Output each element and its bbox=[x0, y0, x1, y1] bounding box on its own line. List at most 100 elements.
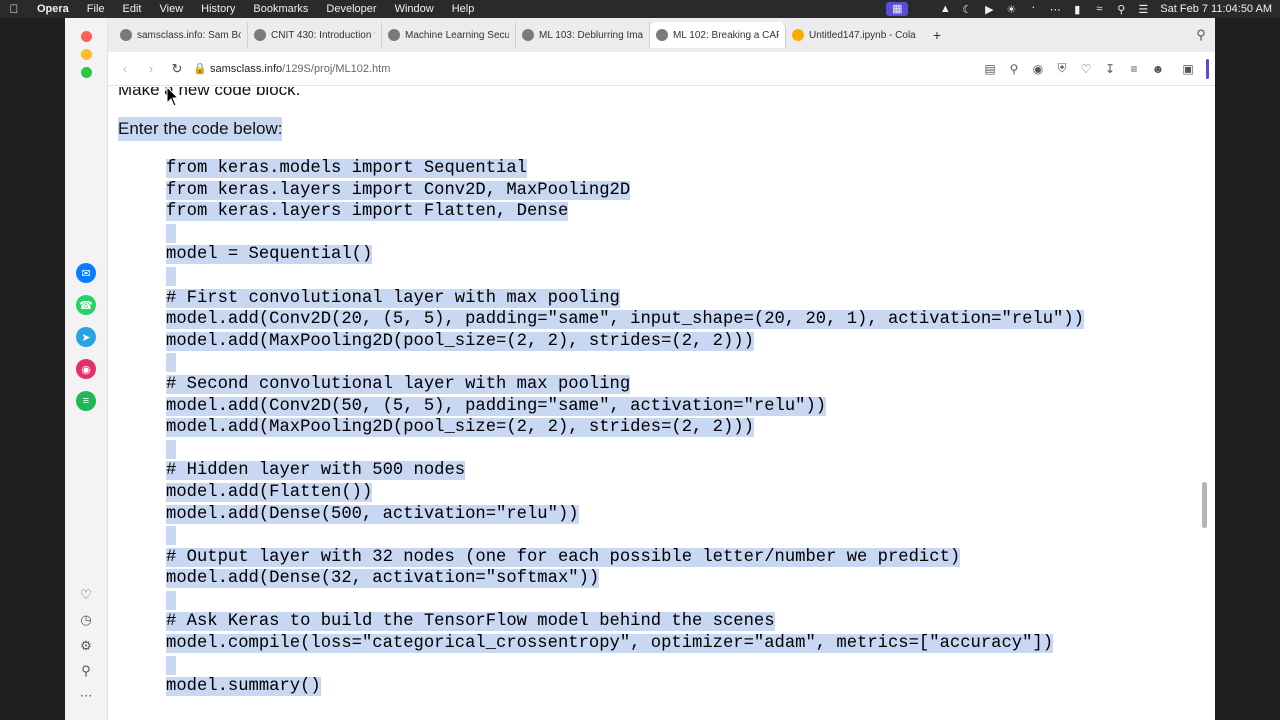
address-bar: ‹ › ↻ 🔒 samsclass.info/129S/proj/ML102.h… bbox=[108, 52, 1215, 86]
code-line bbox=[166, 525, 1084, 547]
instagram-icon[interactable]: ◉ bbox=[76, 359, 96, 379]
more-icon[interactable]: ⋯ bbox=[77, 687, 95, 705]
code-line-text bbox=[166, 655, 177, 675]
code-line-text: model.summary() bbox=[166, 677, 321, 697]
colab-favicon-icon bbox=[792, 29, 804, 41]
code-line-text bbox=[166, 353, 177, 373]
screen-record-icon[interactable]: ▦ bbox=[886, 2, 909, 16]
code-line-text: model.add(Conv2D(50, (5, 5), padding="sa… bbox=[166, 396, 827, 416]
code-line-text bbox=[166, 590, 177, 610]
tab-label: samsclass.info: Sam Bo bbox=[137, 29, 241, 41]
camera-icon[interactable]: ◉ bbox=[1026, 62, 1050, 76]
menu-developer[interactable]: Developer bbox=[317, 3, 385, 15]
url-field[interactable]: samsclass.info/129S/proj/ML102.htm bbox=[210, 63, 390, 75]
tab-2[interactable]: Machine Learning Secur bbox=[382, 22, 516, 48]
menu-icon[interactable]: ≡ bbox=[1122, 62, 1146, 76]
code-line-text bbox=[166, 439, 177, 459]
menu-help[interactable]: Help bbox=[443, 3, 484, 15]
code-line: model.summary() bbox=[166, 676, 1084, 698]
reader-icon[interactable]: ▤ bbox=[978, 62, 1002, 76]
code-line-text: model.add(MaxPooling2D(pool_size=(2, 2),… bbox=[166, 331, 754, 351]
pinboard-icon[interactable]: ⚲ bbox=[77, 662, 95, 680]
macos-menu-bar:  Opera File Edit View History Bookmarks… bbox=[0, 0, 1280, 18]
code-line-text: # Second convolutional layer with max po… bbox=[166, 374, 631, 394]
code-line bbox=[166, 223, 1084, 245]
spotify-icon[interactable]: ≡ bbox=[76, 391, 96, 411]
close-window-icon[interactable] bbox=[81, 31, 92, 42]
bluetooth-icon[interactable]: ᛫ bbox=[1022, 3, 1044, 15]
url-path: /129S/proj/ML102.htm bbox=[282, 62, 391, 75]
code-line-text: model.add(Conv2D(20, (5, 5), padding="sa… bbox=[166, 310, 1084, 330]
code-line-text: # Hidden layer with 500 nodes bbox=[166, 461, 466, 481]
battery-icon[interactable]: ▮ bbox=[1066, 3, 1088, 16]
wifi-icon[interactable]: ≈ bbox=[1088, 3, 1110, 15]
shield-icon[interactable]: ⛨ bbox=[1050, 61, 1074, 76]
forward-icon[interactable]: › bbox=[138, 61, 164, 76]
messenger-icon[interactable]: ✉ bbox=[76, 263, 96, 283]
bag-icon[interactable]: ▲ bbox=[934, 3, 956, 15]
tab-0[interactable]: samsclass.info: Sam Bo bbox=[114, 22, 248, 48]
code-line bbox=[166, 590, 1084, 612]
code-line-text: from keras.layers import Flatten, Dense bbox=[166, 202, 569, 222]
menu-history[interactable]: History bbox=[192, 3, 244, 15]
code-line bbox=[166, 655, 1084, 677]
minimize-window-icon[interactable] bbox=[81, 49, 92, 60]
code-line: model = Sequential() bbox=[166, 244, 1084, 266]
profile-icon[interactable]: ☻ bbox=[1146, 62, 1170, 76]
menu-clock[interactable]: Sat Feb 7 11:04:50 AM bbox=[1154, 3, 1272, 15]
code-line-text: model.add(Dense(32, activation="softmax"… bbox=[166, 569, 600, 589]
code-line: model.add(Dense(500, activation="relu")) bbox=[166, 504, 1084, 526]
lock-icon[interactable]: 🔒 bbox=[190, 62, 210, 75]
back-icon[interactable]: ‹ bbox=[112, 61, 138, 76]
code-line: model.add(Dense(32, activation="softmax"… bbox=[166, 568, 1084, 590]
heart-icon[interactable]: ♡ bbox=[1074, 62, 1098, 76]
code-line: # Second convolutional layer with max po… bbox=[166, 374, 1084, 396]
search-icon[interactable]: ⚲ bbox=[1110, 3, 1132, 16]
menu-bookmarks[interactable]: Bookmarks bbox=[244, 3, 317, 15]
tab-label: ML 103: Deblurring Imag bbox=[539, 29, 643, 41]
code-line: from keras.layers import Flatten, Dense bbox=[166, 201, 1084, 223]
menu-view[interactable]: View bbox=[151, 3, 193, 15]
code-line-text: # Output layer with 32 nodes (one for ea… bbox=[166, 547, 961, 567]
page-content: Make a new code block. Enter the code be… bbox=[109, 87, 1209, 720]
menu-file[interactable]: File bbox=[78, 3, 114, 15]
reload-icon[interactable]: ↻ bbox=[164, 61, 190, 77]
menu-app-name[interactable]: Opera bbox=[28, 3, 78, 15]
heart-icon[interactable]: ♡ bbox=[77, 586, 95, 604]
tab-favicon-icon bbox=[656, 29, 668, 41]
mouse-cursor-icon bbox=[166, 86, 180, 107]
code-line: model.add(Conv2D(50, (5, 5), padding="sa… bbox=[166, 396, 1084, 418]
box-icon[interactable]: ▣ bbox=[1176, 62, 1200, 76]
sun-icon[interactable]: ☀ bbox=[1000, 3, 1022, 16]
download-icon[interactable]: ↧ bbox=[1098, 62, 1122, 76]
code-line-text: # Ask Keras to build the TensorFlow mode… bbox=[166, 612, 775, 632]
toolbar-tools: ▤ ⚲ ◉ ⛨ ♡ ↧ ≡ ☻ ▣ bbox=[978, 58, 1215, 79]
tab-bar: samsclass.info: Sam Bo CNIT 430: Introdu… bbox=[108, 18, 1215, 52]
tab-4-active[interactable]: ML 102: Breaking a CAP bbox=[650, 22, 786, 48]
play-icon[interactable]: ▶ bbox=[978, 3, 1000, 16]
code-block: from keras.models import Sequential from … bbox=[166, 158, 1084, 698]
tab-1[interactable]: CNIT 430: Introduction t bbox=[248, 22, 382, 48]
dots-icon[interactable]: ⋯ bbox=[1044, 3, 1066, 16]
tab-search-icon[interactable]: ⚲ bbox=[1187, 27, 1215, 43]
telegram-icon[interactable]: ➤ bbox=[76, 327, 96, 347]
moon-icon[interactable]: ☾ bbox=[956, 3, 978, 16]
browser-sidebar: ✉ ☎ ➤ ◉ ≡ ♡ ◷ ⚙ ⚲ ⋯ bbox=[65, 18, 108, 720]
tab-5[interactable]: Untitled147.ipynb - Cola bbox=[786, 22, 926, 48]
new-tab-button[interactable]: + bbox=[926, 27, 948, 43]
code-line: # First convolutional layer with max poo… bbox=[166, 288, 1084, 310]
zoom-icon[interactable]: ⚲ bbox=[1002, 62, 1026, 76]
code-line-text: from keras.models import Sequential bbox=[166, 159, 527, 178]
apple-icon[interactable]:  bbox=[0, 2, 28, 16]
maximize-window-icon[interactable] bbox=[81, 67, 92, 78]
whatsapp-icon[interactable]: ☎ bbox=[76, 295, 96, 315]
page-scrollbar[interactable] bbox=[1202, 482, 1207, 528]
settings-icon[interactable]: ⚙ bbox=[77, 637, 95, 655]
history-icon[interactable]: ◷ bbox=[77, 611, 95, 629]
menu-window[interactable]: Window bbox=[386, 3, 443, 15]
code-line-text: from keras.layers import Conv2D, MaxPool… bbox=[166, 180, 631, 200]
tab-favicon-icon bbox=[522, 29, 534, 41]
menu-edit[interactable]: Edit bbox=[114, 3, 151, 15]
tab-3[interactable]: ML 103: Deblurring Imag bbox=[516, 22, 650, 48]
control-center-icon[interactable]: ☰ bbox=[1132, 3, 1154, 16]
